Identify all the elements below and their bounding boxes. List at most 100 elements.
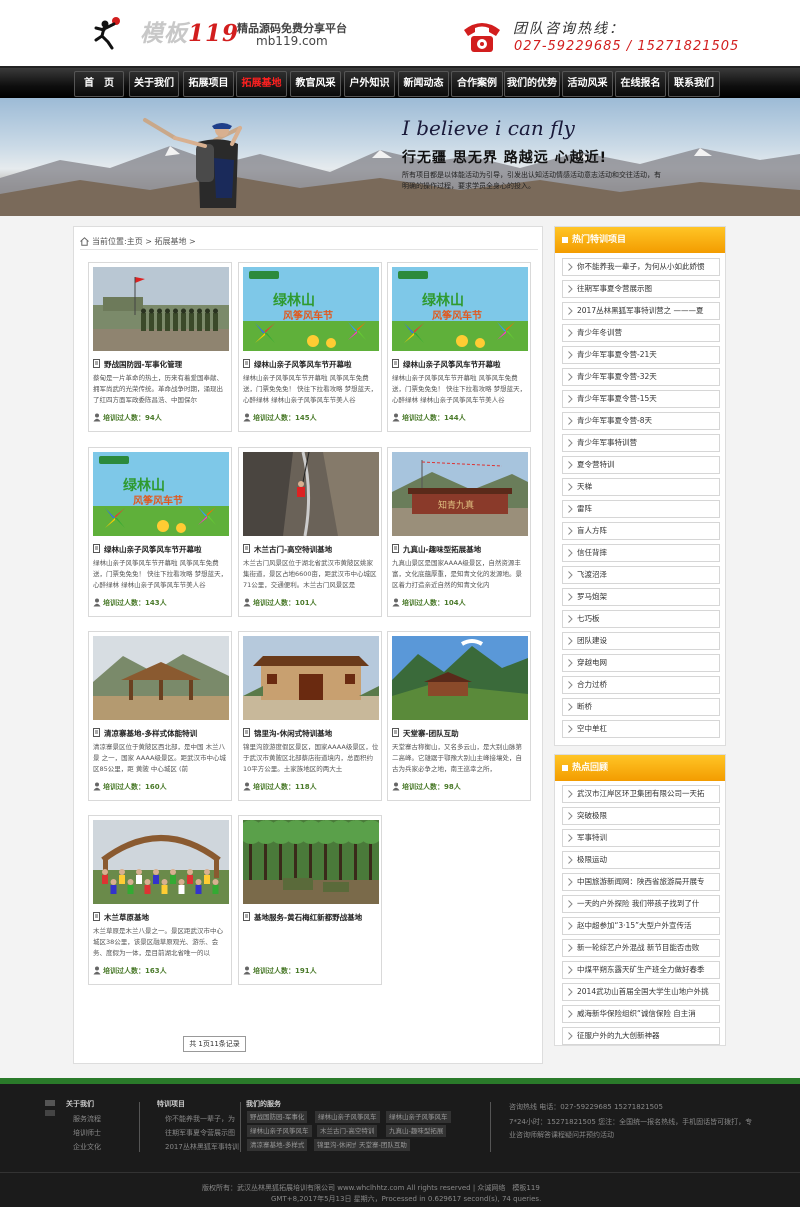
footer-link[interactable]: 2017丛林黑狐军事特训 <box>165 1142 239 1152</box>
base-card[interactable]: 绿林山 风筝风车节 绿林山亲子风筝风车节开幕啦 绿林山亲子风筝风车节开幕啦 风筝风车免… <box>387 262 531 432</box>
sidebar-list-item-text[interactable]: 罗马炮架 <box>577 592 607 601</box>
sidebar-list-item[interactable]: 断桥 <box>562 698 720 716</box>
base-thumbnail[interactable] <box>93 636 229 720</box>
sidebar-list-item[interactable]: 突破极限 <box>562 807 720 825</box>
base-title-text[interactable]: 清凉寨基地-多样式体能特训 <box>104 729 197 738</box>
base-title-text[interactable]: 基地服务-黄石梅红新都野战基地 <box>254 913 362 922</box>
sidebar-list-item[interactable]: 七巧板 <box>562 610 720 628</box>
sidebar-list-item-text[interactable]: 军事特训 <box>577 833 607 842</box>
sidebar-list-item-text[interactable]: 盲人方阵 <box>577 526 607 535</box>
sidebar-list-item[interactable]: 2017丛林黑狐军事特训营之 ———夏 <box>562 302 720 320</box>
footer-link[interactable]: 企业文化 <box>73 1142 101 1152</box>
base-title-text[interactable]: 锦里沟-休闲式特训基地 <box>254 729 332 738</box>
sidebar-list-item[interactable]: 往期军事夏令营展示图 <box>562 280 720 298</box>
nav-item[interactable]: 关于我们 <box>129 71 179 97</box>
sidebar-list-item-text[interactable]: 断桥 <box>577 702 592 711</box>
sidebar-list-item-text[interactable]: 团队建设 <box>577 636 607 645</box>
breadcrumb-text[interactable]: 当前位置:主页 > 拓展基地 > <box>92 237 196 246</box>
sidebar-list-item[interactable]: 武汉市江岸区环卫集团有限公司一天拓 <box>562 785 720 803</box>
base-card[interactable]: 绿林山 风筝风车节 绿林山亲子风筝风车节开幕啦 绿林山亲子风筝风车节开幕啦 风筝风车免… <box>88 447 232 617</box>
sidebar-list-item[interactable]: 中国旅游新闻网：陕西省旅游局开展专 <box>562 873 720 891</box>
sidebar-list-item-text[interactable]: 青少年军事夏令营-32天 <box>577 372 657 381</box>
sidebar-list-item[interactable]: 合力过桥 <box>562 676 720 694</box>
sidebar-list-item[interactable]: 青少年军事夏令营-21天 <box>562 346 720 364</box>
sidebar-list-item-text[interactable]: 你不能养我一辈子，为何从小如此娇惯 <box>577 262 705 271</box>
sidebar-list-item-text[interactable]: 穿越电网 <box>577 658 607 667</box>
sidebar-list-item-text[interactable]: 中煤平朔东露天矿生产班全力做好春季 <box>577 965 705 974</box>
sidebar-list-item[interactable]: 青少年军事夏令营-32天 <box>562 368 720 386</box>
base-title-text[interactable]: 绿林山亲子风筝风车节开幕啦 <box>104 545 202 554</box>
base-thumbnail[interactable]: 绿林山 风筝风车节 <box>392 267 528 351</box>
sidebar-list-item[interactable]: 青少年冬训营 <box>562 324 720 342</box>
base-thumbnail[interactable]: 绿林山 风筝风车节 <box>93 452 229 536</box>
footer-link[interactable]: 培训师士 <box>73 1128 101 1138</box>
base-thumbnail[interactable] <box>243 636 379 720</box>
sidebar-list-item-text[interactable]: 青少年军事夏令营-8天 <box>577 416 652 425</box>
sidebar-list-item-text[interactable]: 2014武功山首届全国大学生山地户外挑 <box>577 987 709 996</box>
sidebar-list-item-text[interactable]: 雷阵 <box>577 504 592 513</box>
sidebar-list-item-text[interactable]: 信任背摔 <box>577 548 607 557</box>
base-thumbnail[interactable]: 知青九真 <box>392 452 528 536</box>
sidebar-list-item-text[interactable]: 赵中超参加“3·15”大型户外宣传活 <box>577 921 691 930</box>
footer-service-tag[interactable]: 野战国防园-军事化 <box>247 1111 308 1123</box>
nav-item[interactable]: 拓展基地 <box>236 71 287 97</box>
sidebar-list-item-text[interactable]: 青少年冬训营 <box>577 328 622 337</box>
footer-service-tag[interactable]: 清凉寨基地-多样式 <box>247 1139 308 1151</box>
base-title[interactable]: 绿林山亲子风筝风车节开幕啦 <box>243 359 381 370</box>
sidebar-list-item[interactable]: 夏令营特训 <box>562 456 720 474</box>
base-title-text[interactable]: 绿林山亲子风筝风车节开幕啦 <box>254 360 352 369</box>
sidebar-list-item-text[interactable]: 中国旅游新闻网：陕西省旅游局开展专 <box>577 877 705 886</box>
sidebar-list-item-text[interactable]: 突破极限 <box>577 811 607 820</box>
base-card[interactable]: 绿林山 风筝风车节 绿林山亲子风筝风车节开幕啦 绿林山亲子风筝风车节开幕啦 风筝风车免… <box>238 262 382 432</box>
sidebar-list-item-text[interactable]: 极限运动 <box>577 855 607 864</box>
base-title-text[interactable]: 九真山-趣味型拓展基地 <box>403 545 481 554</box>
sidebar-list-item-text[interactable]: 一天的户外探险 我们带孩子找到了什 <box>577 899 699 908</box>
logo-title[interactable]: 模板119 <box>140 14 239 48</box>
nav-item[interactable]: 联系我们 <box>668 71 720 97</box>
base-title-text[interactable]: 木兰古门-高空特训基地 <box>254 545 332 554</box>
sidebar-list-item-text[interactable]: 天梯 <box>577 482 592 491</box>
base-card[interactable]: 木兰草原基地 木兰草原是木兰八景之一。景区距武汉市中心城区38公里，该景区融草原观… <box>88 815 232 985</box>
base-thumbnail[interactable] <box>392 636 528 720</box>
sidebar-list-item-text[interactable]: 威海新华保险组织“诚信保险 自主消 <box>577 1009 696 1018</box>
base-thumbnail[interactable] <box>243 452 379 536</box>
sidebar-list-item[interactable]: 穿越电网 <box>562 654 720 672</box>
footer-link[interactable]: 往期军事夏令营展示图 <box>165 1128 235 1138</box>
base-title-text[interactable]: 绿林山亲子风筝风车节开幕啦 <box>403 360 501 369</box>
sidebar-list-item[interactable]: 空中单杠 <box>562 720 720 738</box>
footer-link[interactable]: 你不能养我一辈子，为 <box>165 1114 235 1124</box>
base-title[interactable]: 基地服务-黄石梅红新都野战基地 <box>243 912 381 923</box>
base-card[interactable]: 清凉寨基地-多样式体能特训 清凉寨景区位于黄陂区西北部，是中国 木兰八景 之一，国… <box>88 631 232 801</box>
nav-item[interactable]: 拓展项目 <box>183 71 234 97</box>
sidebar-list-item[interactable]: 一天的户外探险 我们带孩子找到了什 <box>562 895 720 913</box>
base-title-text[interactable]: 木兰草原基地 <box>104 913 149 922</box>
base-title[interactable]: 绿林山亲子风筝风车节开幕啦 <box>392 359 530 370</box>
footer-service-tag[interactable]: 绿林山亲子风筝风车 <box>386 1111 451 1123</box>
base-title[interactable]: 清凉寨基地-多样式体能特训 <box>93 728 231 739</box>
sidebar-list-item[interactable]: 征服户外的九大创新神器 <box>562 1027 720 1045</box>
base-thumbnail[interactable] <box>93 267 229 351</box>
sidebar-list-item[interactable]: 2014武功山首届全国大学生山地户外挑 <box>562 983 720 1001</box>
nav-item[interactable]: 在线报名 <box>615 71 666 97</box>
sidebar-list-item-text[interactable]: 青少年军事夏令营-21天 <box>577 350 657 359</box>
sidebar-list-item[interactable]: 你不能养我一辈子，为何从小如此娇惯 <box>562 258 720 276</box>
footer-service-tag[interactable]: 绿林山亲子风筝风车 <box>247 1125 312 1137</box>
base-thumbnail[interactable] <box>93 820 229 904</box>
footer-service-tag[interactable]: 木兰古门-高空特训 <box>317 1125 378 1137</box>
nav-item[interactable]: 户外知识 <box>344 71 395 97</box>
sidebar-list-item[interactable]: 新一轮综艺户外混战 新节目能否击败 <box>562 939 720 957</box>
base-title-text[interactable]: 天堂寨-团队互助 <box>403 729 459 738</box>
base-card[interactable]: 天堂寨-团队互助 天堂寨古称衡山，又名多云山，是大别山脉第二高峰。它雄踞于鄂豫大别… <box>387 631 531 801</box>
sidebar-list-item[interactable]: 雷阵 <box>562 500 720 518</box>
sidebar-list-item[interactable]: 中煤平朔东露天矿生产班全力做好春季 <box>562 961 720 979</box>
base-title[interactable]: 野战国防园-军事化管理 <box>93 359 231 370</box>
pagination[interactable]: 共 1页11条记录 <box>183 1036 246 1052</box>
sidebar-list-item[interactable]: 青少年军事夏令营-15天 <box>562 390 720 408</box>
sidebar-list-item-text[interactable]: 夏令营特训 <box>577 460 615 469</box>
base-title[interactable]: 绿林山亲子风筝风车节开幕啦 <box>93 544 231 555</box>
footer-service-tag[interactable]: 天堂寨-团队互助 <box>356 1139 410 1151</box>
sidebar-list-item[interactable]: 信任背摔 <box>562 544 720 562</box>
sidebar-list-item-text[interactable]: 七巧板 <box>577 614 600 623</box>
nav-item[interactable]: 新闻动态 <box>398 71 449 97</box>
sidebar-list-item[interactable]: 赵中超参加“3·15”大型户外宣传活 <box>562 917 720 935</box>
